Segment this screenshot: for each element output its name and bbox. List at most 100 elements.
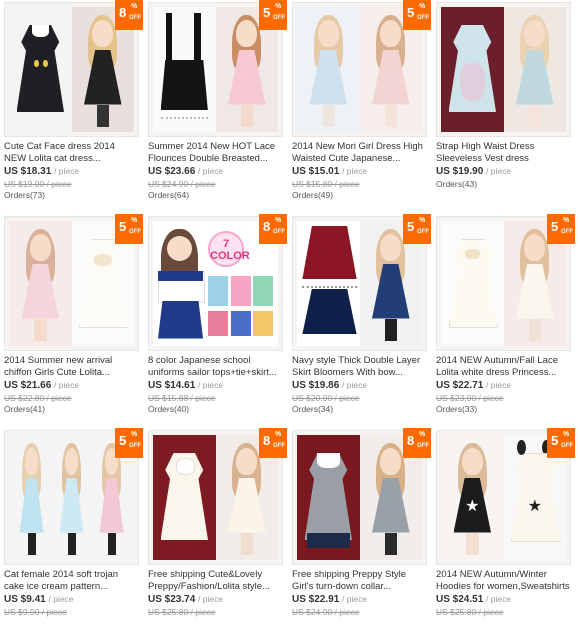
order-count: Orders(43)	[436, 179, 478, 189]
discount-value: 5	[119, 219, 127, 234]
product-card[interactable]: 8 % OFF Free shipping Cute&Lovely Preppy…	[146, 428, 287, 624]
price-line: US $21.66 / piece	[4, 380, 79, 391]
product-title[interactable]: 2014 NEW Autumn/Fall Lace Lolita white d…	[436, 355, 571, 379]
discount-value: 5	[119, 433, 127, 448]
discount-value: 8	[407, 433, 415, 448]
original-price: US $23.90 / piece	[436, 393, 504, 403]
product-title[interactable]: 2014 NEW Autumn/Winter Hoodies for women…	[436, 569, 571, 593]
price-line: US $15.01 / piece	[292, 166, 367, 177]
discount-value: 8	[119, 5, 127, 20]
discount-badge: 8 % OFF	[115, 0, 143, 30]
product-image[interactable]	[436, 2, 571, 137]
original-price: US $15.88 / piece	[148, 393, 216, 403]
discount-badge: 5 % OFF	[547, 214, 575, 244]
price-line: US $18.31 / piece	[4, 166, 79, 177]
price-unit: / piece	[342, 166, 368, 176]
product-card[interactable]: 5 % OFF Summer 2014 New HOT Lace Flounce…	[146, 0, 287, 214]
discount-off: OFF	[561, 443, 573, 449]
discount-percent: %	[275, 431, 282, 438]
product-card[interactable]: 5 % OFF 2014 NEW Autumn/Fall Lace Lolita…	[434, 214, 575, 428]
discount-percent: %	[419, 3, 426, 10]
discount-badge: 8 % OFF	[403, 428, 431, 458]
price-line: US $19.86 / piece	[292, 380, 367, 391]
original-price: US $25.80 / piece	[436, 607, 504, 617]
product-price: US $24.51	[436, 594, 484, 605]
product-price: US $19.86	[292, 380, 340, 391]
price-unit: / piece	[342, 594, 368, 604]
price-unit: / piece	[198, 166, 224, 176]
product-card[interactable]: 5 % OFF Navy style Thick Double Layer Sk…	[290, 214, 431, 428]
discount-value: 5	[263, 5, 271, 20]
product-card[interactable]: 5 % OFF 2014 Summer new arrival chiffon …	[2, 214, 143, 428]
price-line: US $23.66 / piece	[148, 166, 223, 177]
price-line: US $9.41 / piece	[4, 594, 74, 605]
discount-value: 8	[263, 219, 271, 234]
product-price: US $15.01	[292, 166, 340, 177]
product-card[interactable]: ★ ★ 5 % OFF 2014 NEW Autumn/Winter Hoodi…	[434, 428, 575, 624]
discount-off: OFF	[417, 229, 429, 235]
price-line: US $23.74 / piece	[148, 594, 223, 605]
original-price: US $25.80 / piece	[148, 607, 216, 617]
price-unit: / piece	[342, 380, 368, 390]
discount-percent: %	[419, 217, 426, 224]
product-title[interactable]: Cat female 2014 soft trojan cake ice cre…	[4, 569, 139, 593]
product-title[interactable]: Summer 2014 New HOT Lace Flounces Double…	[148, 141, 283, 165]
discount-off: OFF	[417, 443, 429, 449]
product-grid: 8 % OFF Cute Cat Face dress 2014 NEW Lol…	[0, 0, 580, 624]
discount-value: 5	[551, 433, 559, 448]
discount-off: OFF	[561, 229, 573, 235]
discount-badge: 8 % OFF	[259, 428, 287, 458]
product-title[interactable]: Strap High Waist Dress Sleeveless Vest d…	[436, 141, 571, 165]
product-title[interactable]: Free shipping Cute&Lovely Preppy/Fashion…	[148, 569, 283, 593]
order-count: Orders(73)	[4, 190, 46, 200]
product-title[interactable]: 2014 Summer new arrival chiffon Girls Cu…	[4, 355, 139, 379]
original-price: US $20.90 / piece	[292, 393, 360, 403]
product-price: US $22.91	[292, 594, 340, 605]
discount-value: 8	[263, 433, 271, 448]
product-price: US $18.31	[4, 166, 52, 177]
product-card[interactable]: 5 % OFF Cat female 2014 soft trojan cake…	[2, 428, 143, 624]
order-count: Orders(34)	[292, 404, 334, 414]
original-price: US $19.00 / piece	[4, 179, 72, 189]
discount-percent: %	[419, 431, 426, 438]
price-line: US $24.51 / piece	[436, 594, 511, 605]
product-title[interactable]: Navy style Thick Double Layer Skirt Bloo…	[292, 355, 427, 379]
discount-off: OFF	[417, 15, 429, 21]
product-price: US $19.90	[436, 166, 484, 177]
original-price: US $9.90 / piece	[4, 607, 67, 617]
order-count: Orders(64)	[148, 190, 190, 200]
discount-percent: %	[131, 3, 138, 10]
product-price: US $9.41	[4, 594, 46, 605]
price-line: US $14.61 / piece	[148, 380, 223, 391]
discount-badge: 5 % OFF	[547, 428, 575, 458]
product-title[interactable]: 8 color Japanese school uniforms sailor …	[148, 355, 283, 379]
discount-percent: %	[563, 217, 570, 224]
product-card[interactable]: 5 % OFF 2014 New Mori Girl Dress High Wa…	[290, 0, 431, 214]
product-card[interactable]: 8 % OFF Free shipping Preppy Style Girl'…	[290, 428, 431, 624]
product-price: US $22.71	[436, 380, 484, 391]
product-card[interactable]: 8 % OFF Cute Cat Face dress 2014 NEW Lol…	[2, 0, 143, 214]
original-price: US $15.80 / piece	[292, 179, 360, 189]
product-card[interactable]: Strap High Waist Dress Sleeveless Vest d…	[434, 0, 575, 214]
discount-off: OFF	[129, 15, 141, 21]
product-title[interactable]: 2014 New Mori Girl Dress High Waisted Cu…	[292, 141, 427, 165]
discount-badge: 5 % OFF	[115, 428, 143, 458]
order-count: Orders(40)	[148, 404, 190, 414]
product-price: US $14.61	[148, 380, 196, 391]
order-count: Orders(49)	[292, 190, 334, 200]
original-price: US $24.90 / piece	[292, 607, 360, 617]
product-card[interactable]: 7 COLOR 8 % OFF 8 color Japanese school …	[146, 214, 287, 428]
original-price: US $24.90 / piece	[148, 179, 216, 189]
discount-value: 5	[407, 5, 415, 20]
order-count: Orders(41)	[4, 404, 46, 414]
price-line: US $22.91 / piece	[292, 594, 367, 605]
discount-percent: %	[131, 217, 138, 224]
price-unit: / piece	[54, 380, 80, 390]
product-title[interactable]: Free shipping Preppy Style Girl's turn-d…	[292, 569, 427, 593]
discount-percent: %	[131, 431, 138, 438]
price-unit: / piece	[486, 380, 512, 390]
product-title[interactable]: Cute Cat Face dress 2014 NEW Lolita cat …	[4, 141, 139, 165]
discount-value: 5	[551, 219, 559, 234]
price-line: US $19.90 / piece	[436, 166, 511, 177]
discount-off: OFF	[273, 229, 285, 235]
